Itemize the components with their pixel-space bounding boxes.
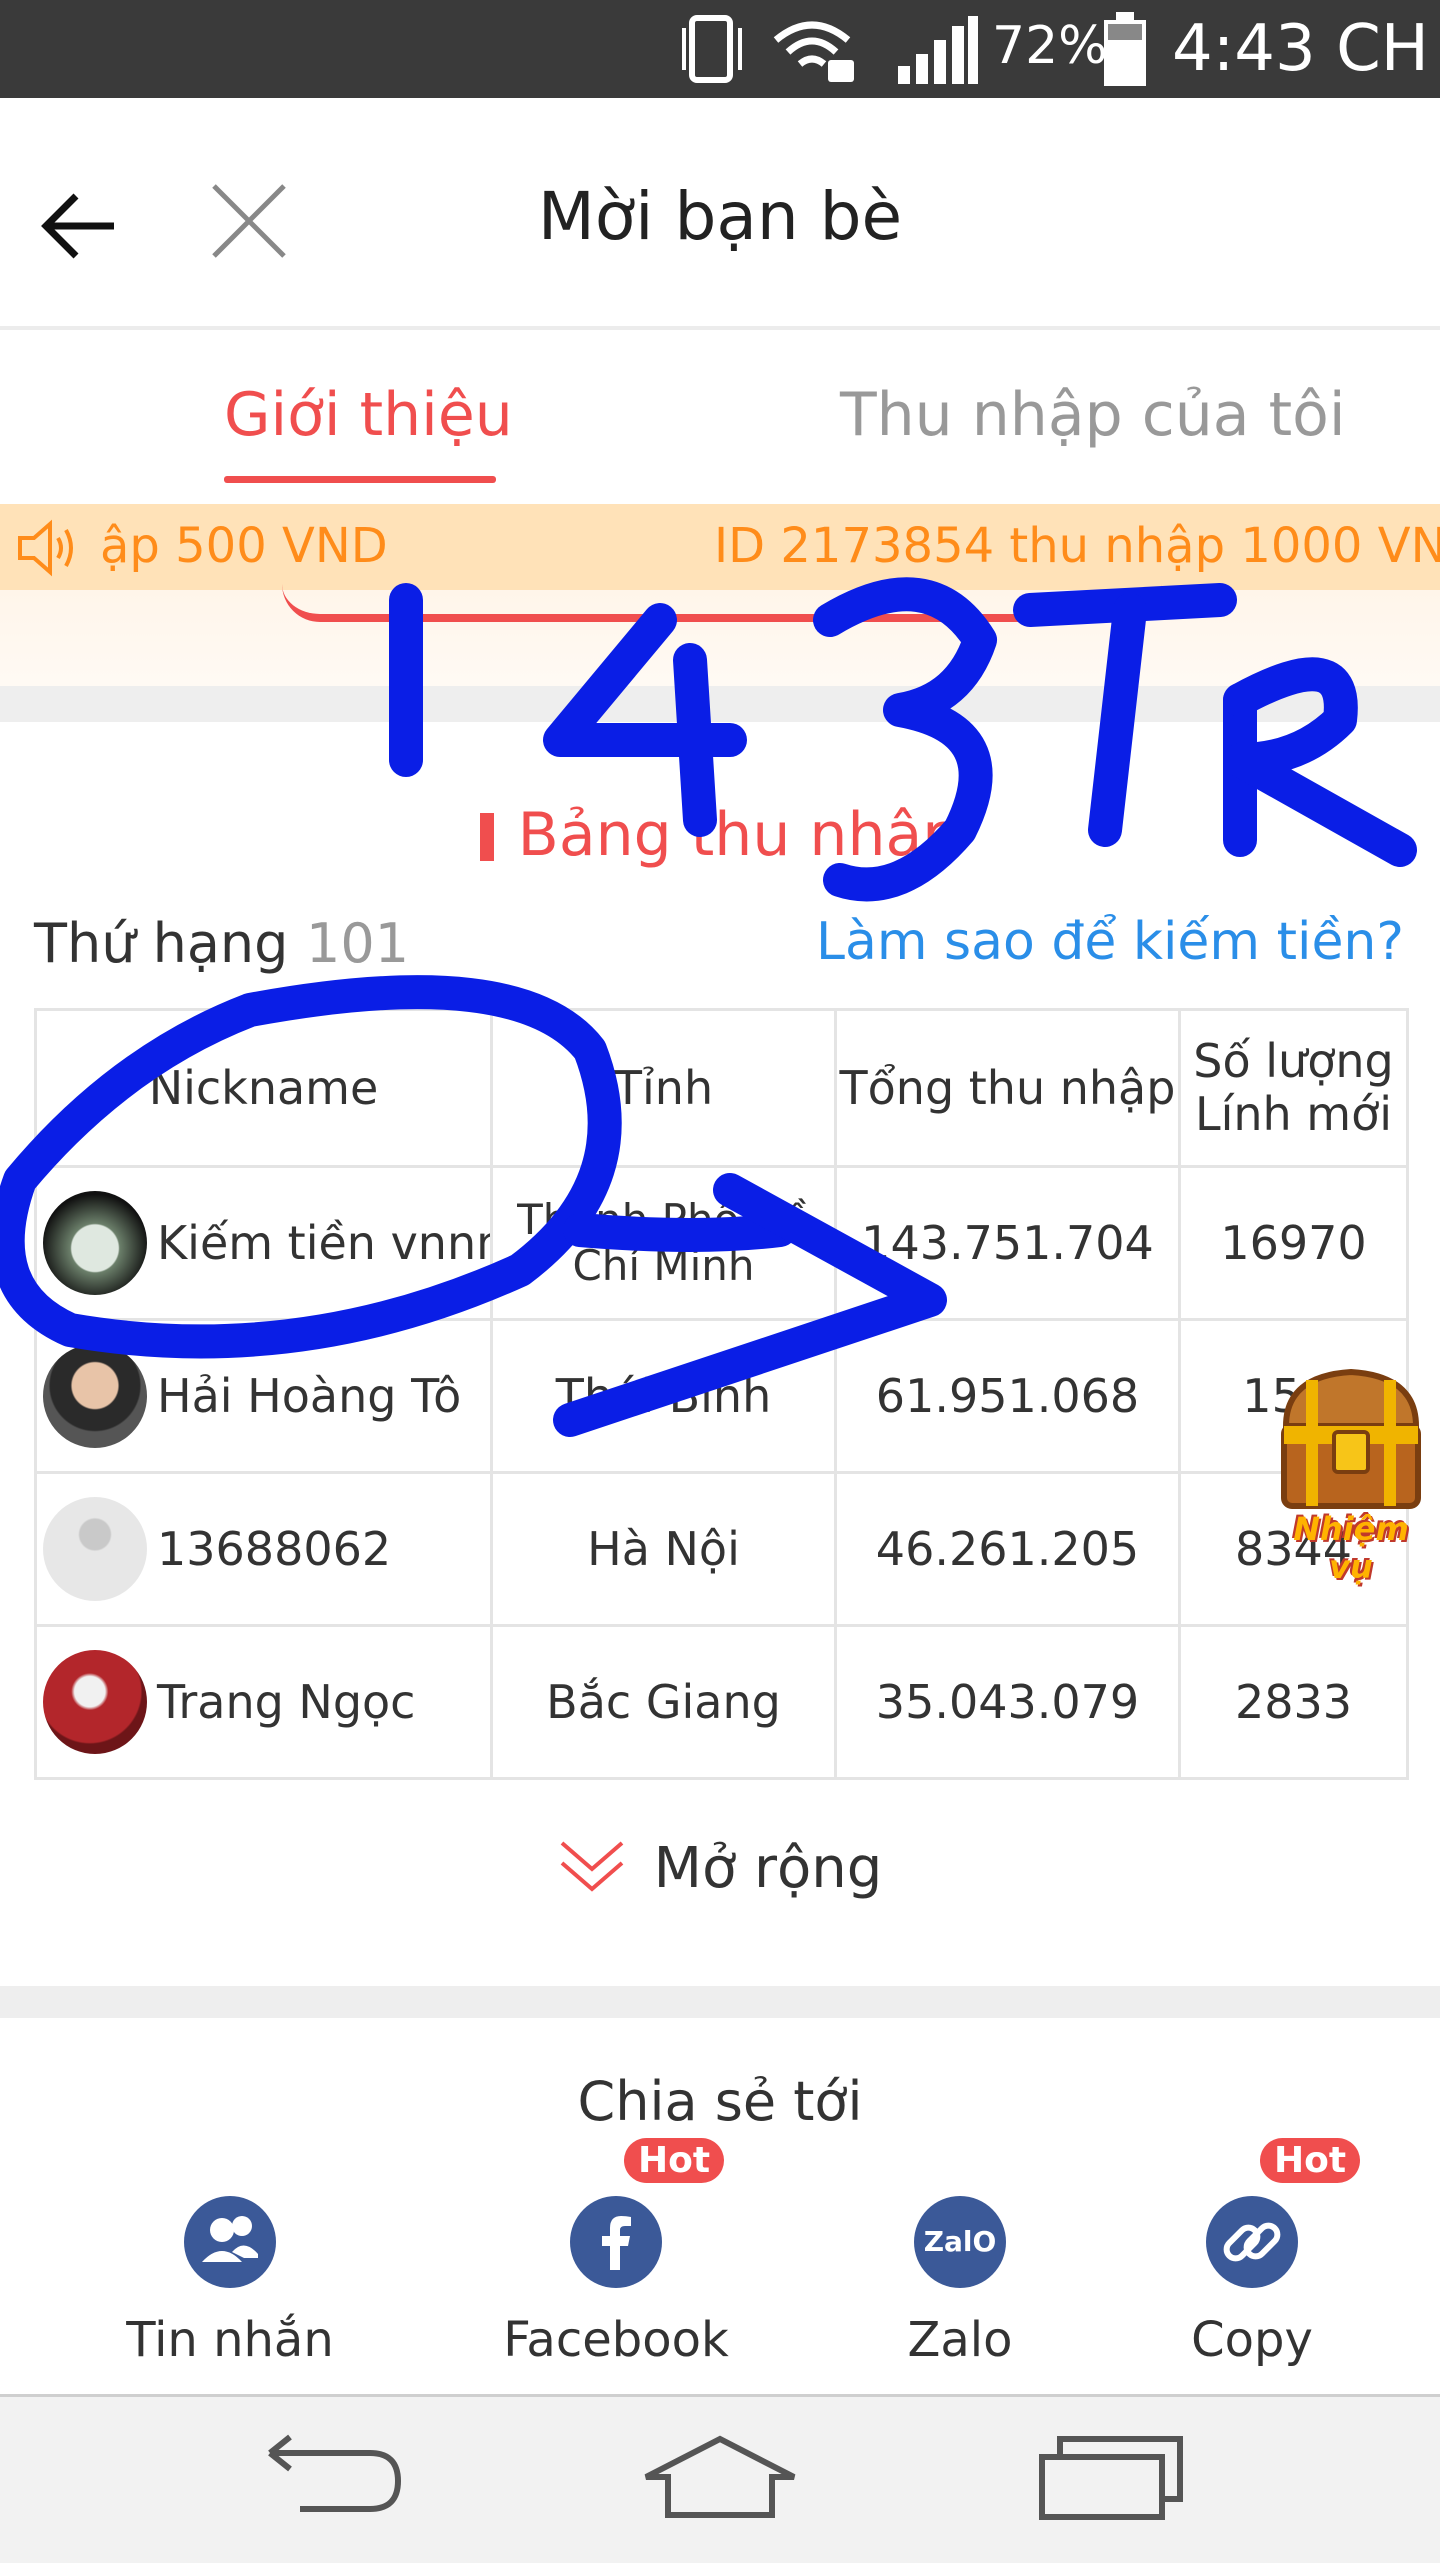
new-recruits: 16970 <box>1178 1165 1409 1321</box>
share-copy-label: Copy <box>1191 2312 1313 2368</box>
province: Thành Phố Hồ Chí Minh <box>490 1165 837 1321</box>
expand-button[interactable]: Mở rộng <box>0 1836 1440 1901</box>
default-avatar-icon <box>43 1497 147 1601</box>
tab-bar: Giới thiệu Thu nhập của tôi <box>0 330 1440 500</box>
task-reward-label[interactable]: Nhiệm vụ <box>1266 1510 1436 1586</box>
section-divider <box>0 686 1440 722</box>
nickname-cell: Hải Hoàng Tô <box>34 1318 493 1474</box>
total-income: 35.043.079 <box>834 1624 1181 1780</box>
invite-button-edge[interactable] <box>282 584 1162 622</box>
announcement-marquee: ập 500 VND ID 2173854 thu nhập 1000 VND <box>0 504 1440 590</box>
share-copy-button[interactable]: Hot Copy <box>1102 2138 1402 2368</box>
province: Bắc Giang <box>490 1624 837 1780</box>
double-chevron-down-icon <box>560 1841 623 1892</box>
total-income: 143.751.704 <box>834 1165 1181 1321</box>
province: Hà Nội <box>490 1471 837 1627</box>
signal-icon <box>898 16 978 84</box>
total-income: 46.261.205 <box>834 1471 1181 1627</box>
hot-badge: Hot <box>1260 2138 1361 2183</box>
nickname: Hải Hoàng Tô <box>157 1369 462 1423</box>
column-header-total-income: Tổng thu nhập <box>834 1008 1181 1168</box>
page-title: Mời bạn bè <box>537 178 903 255</box>
marquee-text-right: ID 2173854 thu nhập 1000 VND <box>714 518 1440 574</box>
table-header-row: Nickname Tỉnh Tổng thu nhập Số lượng Lín… <box>34 1008 1409 1168</box>
link-icon: Hot <box>1206 2138 1361 2288</box>
nickname: 13688062 <box>157 1522 392 1576</box>
new-recruits: 2833 <box>1178 1624 1409 1780</box>
marquee-text-left: ập 500 VND <box>100 518 388 574</box>
tab-introduce[interactable]: Giới thiệu <box>224 380 513 450</box>
column-header-new-recruits: Số lượng Lính mới <box>1178 1008 1409 1168</box>
column-header-province: Tỉnh <box>490 1008 837 1168</box>
nav-back-icon[interactable] <box>260 2433 410 2523</box>
invite-banner <box>0 590 1440 686</box>
share-messages-label: Tin nhắn <box>126 2312 334 2368</box>
facebook-icon: Hot <box>570 2138 725 2288</box>
nickname: Trang Ngọc <box>157 1675 416 1729</box>
avatar <box>43 1650 147 1754</box>
province: Thái Bình <box>490 1318 837 1474</box>
avatar <box>43 1191 147 1295</box>
rank-label: Thứ hạng <box>34 912 289 975</box>
rank-value: 101 <box>306 912 410 975</box>
total-income: 61.951.068 <box>834 1318 1181 1474</box>
income-board-title: Bảng thu nhập <box>0 800 1440 870</box>
column-header-nickname: Nickname <box>34 1008 493 1168</box>
table-row[interactable]: Trang Ngọc Bắc Giang 35.043.079 2833 <box>34 1624 1409 1780</box>
share-facebook-button[interactable]: Hot Facebook <box>466 2138 766 2368</box>
nav-recents-icon[interactable] <box>1036 2433 1186 2523</box>
share-title: Chia sẻ tới <box>577 2070 863 2133</box>
nav-home-icon[interactable] <box>640 2433 800 2523</box>
system-nav-bar <box>0 2394 1440 2563</box>
how-to-earn-link[interactable]: Làm sao để kiếm tiền? <box>816 912 1404 972</box>
vibrate-icon <box>682 15 742 83</box>
app-header: Mời bạn bè <box>0 98 1440 330</box>
active-tab-indicator <box>224 476 496 483</box>
share-zalo-button[interactable]: ZalO Zalo <box>810 2196 1110 2368</box>
nickname-cell: 13688062 <box>34 1471 493 1627</box>
expand-label: Mở rộng <box>653 1836 883 1901</box>
nickname-cell: Kiếm tiền vnnn <box>34 1165 493 1321</box>
table-row[interactable]: Hải Hoàng Tô Thái Bình 61.951.068 15... <box>34 1318 1409 1474</box>
speaker-icon <box>18 519 73 577</box>
hot-badge: Hot <box>624 2138 725 2183</box>
share-zalo-label: Zalo <box>907 2312 1013 2368</box>
nickname-cell: Trang Ngọc <box>34 1624 493 1780</box>
share-facebook-label: Facebook <box>503 2312 729 2368</box>
zalo-icon: ZalO <box>914 2196 1006 2288</box>
avatar <box>43 1344 147 1448</box>
battery-percent: 72% <box>992 16 1108 76</box>
income-ranking-table: Nickname Tỉnh Tổng thu nhập Số lượng Lín… <box>34 1008 1409 1780</box>
income-board-title-text: Bảng thu nhập <box>517 800 961 870</box>
wifi-locked-icon <box>773 21 854 82</box>
clock: 4:43 CH <box>1172 12 1429 86</box>
battery-icon <box>1104 12 1146 86</box>
section-divider <box>0 1986 1440 2018</box>
status-bar: 72% 4:43 CH <box>0 0 1440 98</box>
share-messages-button[interactable]: Tin nhắn <box>80 2196 380 2368</box>
nickname: Kiếm tiền vnnn <box>157 1216 492 1270</box>
tab-my-income[interactable]: Thu nhập của tôi <box>840 380 1346 450</box>
table-row[interactable]: Kiếm tiền vnnn Thành Phố Hồ Chí Minh 143… <box>34 1165 1409 1321</box>
title-accent-bar <box>479 813 494 861</box>
contacts-icon <box>184 2196 276 2288</box>
table-row[interactable]: 13688062 Hà Nội 46.261.205 8344 <box>34 1471 1409 1627</box>
